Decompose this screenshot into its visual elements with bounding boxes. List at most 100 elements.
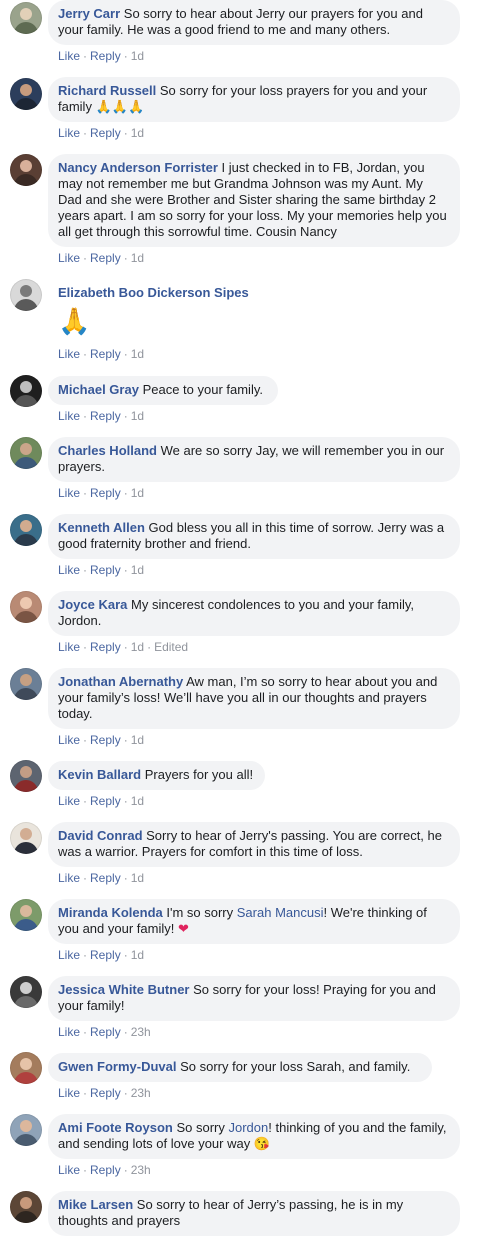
reply-link[interactable]: Reply: [90, 251, 121, 265]
timestamp[interactable]: 23h: [131, 1025, 151, 1039]
comment-actions: Like · Reply · 23h: [58, 1163, 151, 1177]
timestamp[interactable]: 1d: [131, 640, 144, 654]
comment-text: So sorry: [176, 1120, 225, 1135]
commenter-name[interactable]: Joyce Kara: [58, 597, 127, 612]
commenter-name[interactable]: Kevin Ballard: [58, 767, 141, 782]
like-link[interactable]: Like: [58, 409, 80, 423]
timestamp[interactable]: 1d: [131, 794, 144, 808]
comment-actions: Like · Reply · 1d: [58, 733, 145, 747]
avatar[interactable]: [10, 899, 42, 931]
avatar[interactable]: [10, 154, 42, 186]
comment-bubble: Gwen Formy-Duval So sorry for your loss …: [48, 1053, 432, 1082]
avatar[interactable]: [10, 279, 42, 311]
timestamp[interactable]: 23h: [131, 1086, 151, 1100]
praying-hands-emoji: 🙏: [58, 306, 91, 336]
reply-link[interactable]: Reply: [90, 948, 121, 962]
reply-link[interactable]: Reply: [90, 1086, 121, 1100]
timestamp[interactable]: 1d: [131, 486, 144, 500]
commenter-name[interactable]: Nancy Anderson Forrister: [58, 160, 218, 175]
reply-link[interactable]: Reply: [90, 1025, 121, 1039]
timestamp[interactable]: 1d: [131, 251, 144, 265]
commenter-name[interactable]: Ami Foote Royson: [58, 1120, 173, 1135]
like-link[interactable]: Like: [58, 563, 80, 577]
reply-link[interactable]: Reply: [90, 871, 121, 885]
avatar[interactable]: [10, 591, 42, 623]
comment-text: Prayers for you all!: [144, 767, 254, 782]
like-link[interactable]: Like: [58, 640, 80, 654]
commenter-name[interactable]: Gwen Formy-Duval: [58, 1059, 176, 1074]
kiss-emoji: 😘: [253, 1136, 271, 1151]
avatar[interactable]: [10, 668, 42, 700]
avatar[interactable]: [10, 760, 42, 792]
like-link[interactable]: Like: [58, 733, 80, 747]
avatar[interactable]: [10, 514, 42, 546]
reply-link[interactable]: Reply: [90, 640, 121, 654]
like-link[interactable]: Like: [58, 49, 80, 63]
commenter-name[interactable]: Jonathan Abernathy: [58, 674, 183, 689]
praying-hands-emoji: 🙏🙏🙏: [95, 99, 145, 114]
timestamp[interactable]: 1d: [131, 563, 144, 577]
timestamp[interactable]: 1d: [131, 347, 144, 361]
timestamp[interactable]: 1d: [131, 733, 144, 747]
commenter-name[interactable]: Charles Holland: [58, 443, 157, 458]
like-link[interactable]: Like: [58, 948, 80, 962]
commenter-name[interactable]: Richard Russell: [58, 83, 156, 98]
like-link[interactable]: Like: [58, 251, 80, 265]
edited-label[interactable]: Edited: [154, 640, 188, 654]
reply-link[interactable]: Reply: [90, 409, 121, 423]
reply-link[interactable]: Reply: [90, 486, 121, 500]
reply-link[interactable]: Reply: [90, 733, 121, 747]
timestamp[interactable]: 1d: [131, 126, 144, 140]
comment-actions: Like · Reply · 1d: [58, 409, 145, 423]
reply-link[interactable]: Reply: [90, 1163, 121, 1177]
comment-bubble: Ami Foote Royson So sorry Jordon! thinki…: [48, 1114, 460, 1159]
commenter-name[interactable]: Michael Gray: [58, 382, 139, 397]
commenter-name[interactable]: Mike Larsen: [58, 1197, 133, 1212]
reply-link[interactable]: Reply: [90, 794, 121, 808]
like-link[interactable]: Like: [58, 1163, 80, 1177]
commenter-name[interactable]: Jerry Carr: [58, 6, 120, 21]
commenter-name[interactable]: Kenneth Allen: [58, 520, 145, 535]
like-link[interactable]: Like: [58, 347, 80, 361]
commenter-name[interactable]: Elizabeth Boo Dickerson Sipes: [58, 285, 249, 300]
comment-actions: Like · Reply · 1d: [58, 871, 145, 885]
like-link[interactable]: Like: [58, 1086, 80, 1100]
comment-actions: Like · Reply · 1d: [58, 251, 145, 265]
avatar[interactable]: [10, 1052, 42, 1084]
like-link[interactable]: Like: [58, 126, 80, 140]
like-link[interactable]: Like: [58, 486, 80, 500]
comment-actions: Like · Reply · 1d: [58, 948, 145, 962]
avatar[interactable]: [10, 2, 42, 34]
like-link[interactable]: Like: [58, 871, 80, 885]
comment-actions: Like · Reply · 1d: [58, 486, 145, 500]
reply-link[interactable]: Reply: [90, 126, 121, 140]
timestamp[interactable]: 1d: [131, 948, 144, 962]
comment-actions: Like · Reply · 23h: [58, 1025, 151, 1039]
mention-link[interactable]: Sarah Mancusi: [237, 905, 324, 920]
timestamp[interactable]: 1d: [131, 49, 144, 63]
avatar[interactable]: [10, 78, 42, 110]
timestamp[interactable]: 23h: [131, 1163, 151, 1177]
avatar[interactable]: [10, 976, 42, 1008]
avatar[interactable]: [10, 822, 42, 854]
comment-bubble: Richard Russell So sorry for your loss p…: [48, 77, 460, 122]
timestamp[interactable]: 1d: [131, 871, 144, 885]
comment-actions: Like · Reply · 1d: [58, 794, 145, 808]
avatar[interactable]: [10, 1114, 42, 1146]
comment-text: Peace to your family.: [142, 382, 263, 397]
avatar[interactable]: [10, 437, 42, 469]
reply-link[interactable]: Reply: [90, 49, 121, 63]
comment-actions: Like · Reply · 1d: [58, 347, 145, 361]
avatar[interactable]: [10, 1191, 42, 1223]
like-link[interactable]: Like: [58, 1025, 80, 1039]
reply-link[interactable]: Reply: [90, 347, 121, 361]
timestamp[interactable]: 1d: [131, 409, 144, 423]
commenter-name[interactable]: David Conrad: [58, 828, 143, 843]
commenter-name[interactable]: Miranda Kolenda: [58, 905, 163, 920]
reply-link[interactable]: Reply: [90, 563, 121, 577]
mention-link[interactable]: Jordon: [229, 1120, 269, 1135]
commenter-name[interactable]: Jessica White Butner: [58, 982, 190, 997]
comment-bubble: Mike Larsen So sorry to hear of Jerry’s …: [48, 1191, 460, 1236]
avatar[interactable]: [10, 375, 42, 407]
like-link[interactable]: Like: [58, 794, 80, 808]
